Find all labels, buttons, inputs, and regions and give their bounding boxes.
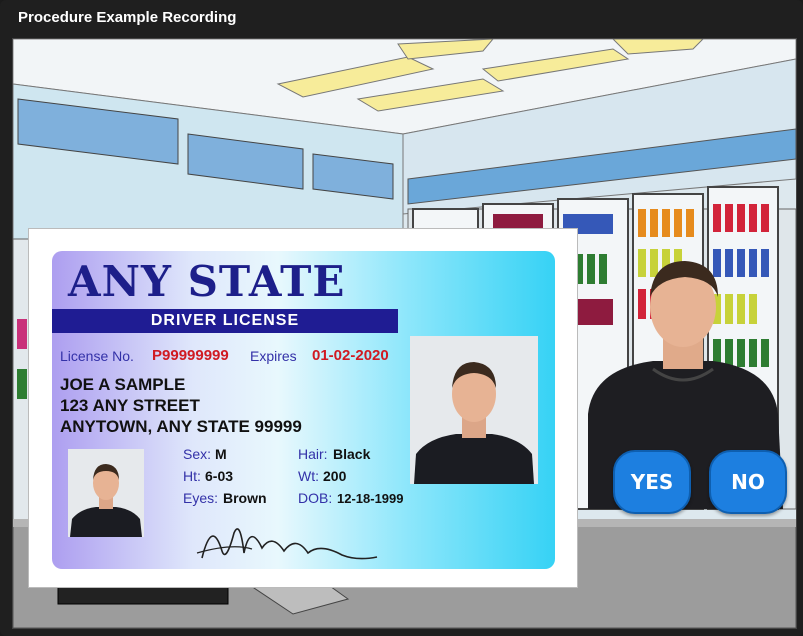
dob-value: 12-18-1999 — [337, 491, 404, 506]
height-value: 6-03 — [205, 468, 234, 484]
expires-label: Expires — [250, 348, 297, 364]
sex-value: M — [215, 446, 227, 462]
window-title: Procedure Example Recording — [18, 9, 237, 26]
title-bar: Procedure Example Recording — [0, 0, 803, 36]
weight-label: Wt: — [298, 468, 319, 484]
no-button[interactable]: NO — [709, 450, 787, 514]
signature — [196, 528, 378, 560]
holder-name: JOE A SAMPLE — [60, 375, 186, 394]
weight-value: 200 — [323, 468, 347, 484]
scene-stage: YES NO ANY STATE DRIVER LICENSE License … — [12, 38, 797, 629]
license-type: DRIVER LICENSE — [52, 309, 398, 333]
expires-date: 01-02-2020 — [312, 347, 389, 364]
yes-button[interactable]: YES — [613, 450, 691, 514]
license-no: P99999999 — [152, 347, 229, 364]
height-label: Ht: — [183, 468, 201, 484]
portrait-icon — [68, 449, 144, 537]
app-window: Procedure Example Recording YES NO ANY S… — [0, 0, 803, 636]
hair-value: Black — [333, 446, 371, 462]
hair-label: Hair: — [298, 446, 328, 462]
holder-city: ANYTOWN, ANY STATE 99999 — [60, 417, 302, 436]
driver-license-card: ANY STATE DRIVER LICENSE License No. P99… — [28, 228, 578, 588]
eyes-label: Eyes: — [183, 490, 219, 506]
portrait-icon — [410, 336, 538, 484]
license-state: ANY STATE — [68, 257, 346, 306]
holder-street: 123 ANY STREET — [60, 396, 200, 415]
license-no-label: License No. — [60, 348, 134, 364]
holder-photo-small — [68, 449, 144, 537]
dob-label: DOB: — [298, 490, 333, 506]
eyes-value: Brown — [223, 490, 267, 506]
license-face: ANY STATE DRIVER LICENSE License No. P99… — [52, 251, 555, 569]
sex-label: Sex: — [183, 446, 212, 462]
holder-photo-large — [410, 336, 538, 484]
